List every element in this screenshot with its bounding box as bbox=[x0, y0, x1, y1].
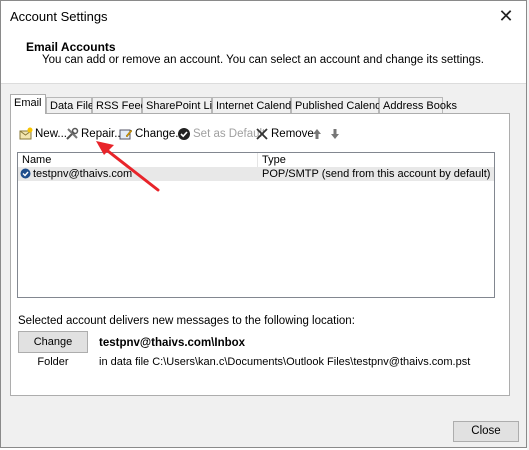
change-folder-button[interactable]: Change Folder bbox=[18, 331, 88, 368]
move-down-button[interactable] bbox=[329, 126, 345, 142]
tab-label: Address Books bbox=[383, 100, 457, 112]
window-title: Account Settings bbox=[10, 9, 108, 24]
account-type: POP/SMTP (send from this account by defa… bbox=[262, 168, 491, 180]
delivery-folder-path: testpnv@thaivs.com\Inbox bbox=[99, 337, 246, 349]
email-tab-panel: New... Repair... Change... Set as Defaul… bbox=[10, 113, 510, 396]
new-label: New... bbox=[35, 128, 67, 140]
change-account-icon bbox=[119, 127, 133, 141]
column-header-name[interactable]: Name bbox=[18, 153, 258, 167]
set-as-default-button[interactable]: Set as Default bbox=[177, 126, 265, 142]
remove-x-icon bbox=[255, 127, 269, 141]
tab-rss-feeds[interactable]: RSS Feeds bbox=[92, 97, 152, 113]
close-icon[interactable]: ✕ bbox=[494, 4, 518, 28]
tab-email[interactable]: Email bbox=[10, 94, 46, 114]
header-title: Email Accounts bbox=[26, 40, 116, 54]
new-account-icon bbox=[19, 127, 33, 141]
tab-data-files[interactable]: Data Files bbox=[46, 97, 100, 113]
table-row[interactable]: testpnv@thaivs.com POP/SMTP (send from t… bbox=[18, 167, 494, 181]
tab-sharepoint-lists[interactable]: SharePoint Lists bbox=[142, 97, 226, 113]
header-description: You can add or remove an account. You ca… bbox=[42, 54, 484, 66]
tab-label: Email bbox=[14, 97, 42, 109]
account-name: testpnv@thaivs.com bbox=[33, 168, 133, 180]
new-button[interactable]: New... bbox=[19, 126, 67, 142]
column-header-type[interactable]: Type bbox=[258, 153, 494, 167]
repair-label: Repair... bbox=[81, 128, 124, 140]
repair-button[interactable]: Repair... bbox=[65, 126, 124, 142]
account-settings-dialog: Account Settings ✕ Email Accounts You ca… bbox=[0, 0, 527, 448]
remove-button[interactable]: Remove bbox=[255, 126, 314, 142]
change-button[interactable]: Change... bbox=[119, 126, 185, 142]
move-up-button[interactable] bbox=[311, 126, 327, 142]
default-account-check-icon bbox=[20, 168, 31, 183]
title-bar: Account Settings ✕ bbox=[1, 1, 526, 31]
dialog-header: Email Accounts You can add or remove an … bbox=[1, 31, 526, 84]
tab-published-calendars[interactable]: Published Calendars bbox=[291, 97, 397, 113]
arrow-up-icon bbox=[311, 127, 325, 141]
close-button[interactable]: Close bbox=[453, 421, 519, 442]
tab-internet-calendars[interactable]: Internet Calendars bbox=[212, 97, 307, 113]
delivery-text: Selected account delivers new messages t… bbox=[18, 315, 355, 327]
arrow-down-icon bbox=[329, 127, 343, 141]
remove-label: Remove bbox=[271, 128, 314, 140]
accounts-list[interactable]: Name Type testpnv@thaivs.com POP/SMTP (s… bbox=[17, 152, 495, 298]
repair-tools-icon bbox=[65, 127, 79, 141]
tab-address-books[interactable]: Address Books bbox=[379, 97, 457, 113]
check-circle-icon bbox=[177, 127, 191, 141]
data-file-path: in data file C:\Users\kan.c\Documents\Ou… bbox=[99, 356, 471, 368]
